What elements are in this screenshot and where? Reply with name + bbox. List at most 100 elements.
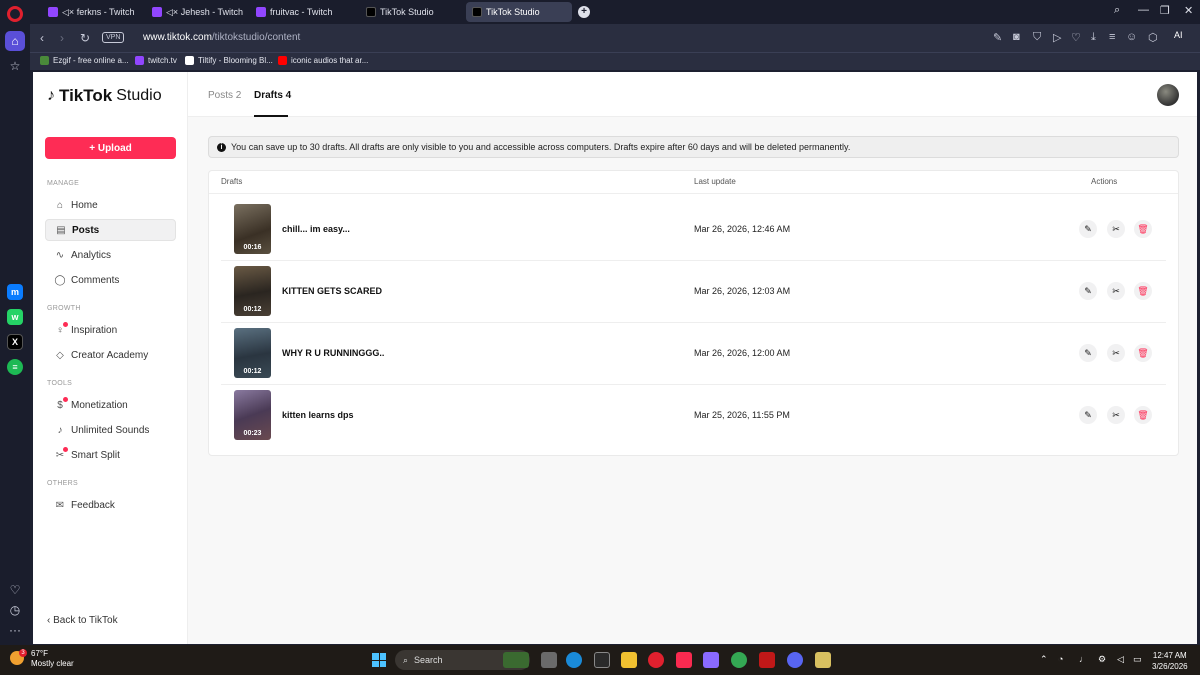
draft-title[interactable]: chill... im easy... xyxy=(282,224,350,234)
nav-feedback[interactable]: ✉ Feedback xyxy=(45,494,176,516)
settings-icon[interactable]: ⚙ xyxy=(1098,654,1106,665)
edit-button[interactable]: ✎ xyxy=(1079,220,1097,238)
mute-icon[interactable]: ◁× xyxy=(62,7,77,18)
edit-button[interactable]: ✎ xyxy=(1079,406,1097,424)
star-icon[interactable]: ☆ xyxy=(5,56,25,76)
whatsapp-icon[interactable]: w xyxy=(7,309,23,325)
browser-tab[interactable]: ◁× ferkns - Twitch xyxy=(42,2,142,22)
table-row[interactable]: 00:16 chill... im easy... Mar 26, 2026, … xyxy=(221,199,1166,261)
draft-thumbnail[interactable]: 00:23 xyxy=(234,390,271,440)
forward-icon[interactable]: › xyxy=(60,31,64,45)
spotify-icon[interactable]: ≡ xyxy=(7,359,23,375)
reload-icon[interactable]: ↻ xyxy=(80,31,90,45)
nav-monetization[interactable]: $ Monetization xyxy=(45,394,176,416)
minimize-icon[interactable]: — xyxy=(1138,4,1149,16)
stocks-app-icon[interactable] xyxy=(815,652,831,668)
back-icon[interactable]: ‹ xyxy=(40,31,44,45)
draft-title[interactable]: WHY R U RUNNINGGG.. xyxy=(282,348,384,358)
messenger-icon[interactable]: m xyxy=(7,284,23,300)
apple-music-icon[interactable] xyxy=(676,652,692,668)
bookmark[interactable]: Tiltify - Blooming Bl... xyxy=(185,56,273,65)
split-button[interactable]: ✂ xyxy=(1107,406,1125,424)
tiktok-studio-logo[interactable]: ♪ TikTok Studio xyxy=(47,86,162,106)
opera-logo-icon[interactable] xyxy=(7,6,23,22)
close-icon[interactable]: ✕ xyxy=(1184,4,1193,17)
nav-inspiration[interactable]: ♀ Inspiration xyxy=(45,319,176,341)
table-row[interactable]: 00:12 WHY R U RUNNINGGG.. Mar 26, 2026, … xyxy=(221,323,1166,385)
play-icon[interactable]: ▷ xyxy=(1053,31,1061,44)
store-icon[interactable] xyxy=(594,652,610,668)
draft-title[interactable]: KITTEN GETS SCARED xyxy=(282,286,382,296)
home-icon[interactable]: ⌂ xyxy=(5,31,25,51)
system-clock[interactable]: 12:47 AM 3/26/2026 xyxy=(1152,650,1188,672)
opera-icon[interactable] xyxy=(648,652,664,668)
weather-widget[interactable]: 3 67°F Mostly clear xyxy=(10,649,74,669)
search-tabs-icon[interactable]: ⌕ xyxy=(1114,4,1120,17)
split-button[interactable]: ✂ xyxy=(1107,344,1125,362)
browser-tab-active[interactable]: TikTok Studio xyxy=(466,2,572,22)
nav-unlimited-sounds[interactable]: ♪ Unlimited Sounds xyxy=(45,419,176,441)
microphone-icon[interactable]: ♩ xyxy=(1079,654,1088,664)
draft-title[interactable]: kitten learns dps xyxy=(282,410,354,420)
camera-icon[interactable]: ◙ xyxy=(1013,31,1020,43)
nav-creator-academy[interactable]: ◇ Creator Academy xyxy=(45,344,176,366)
edge-icon[interactable] xyxy=(566,652,582,668)
browser-tab[interactable]: fruitvac - Twitch xyxy=(250,2,355,22)
delete-button[interactable]: 🗑 xyxy=(1134,344,1152,362)
delete-button[interactable]: 🗑 xyxy=(1134,282,1152,300)
nav-posts[interactable]: ▤ Posts xyxy=(45,219,176,241)
draft-thumbnail[interactable]: 00:12 xyxy=(234,328,271,378)
browser-tab[interactable]: ◁× Jehesh - Twitch xyxy=(146,2,246,22)
network-icon[interactable]: ◔ xyxy=(1058,654,1063,664)
split-button[interactable]: ✂ xyxy=(1107,282,1125,300)
edit-icon[interactable]: ✎ xyxy=(993,31,1002,44)
nav-home[interactable]: ⌂ Home xyxy=(45,194,176,216)
discord-icon[interactable] xyxy=(787,652,803,668)
edit-button[interactable]: ✎ xyxy=(1079,282,1097,300)
table-row[interactable]: 00:12 KITTEN GETS SCARED Mar 26, 2026, 1… xyxy=(221,261,1166,323)
upload-button[interactable]: + Upload xyxy=(45,137,176,159)
file-explorer-icon[interactable] xyxy=(621,652,637,668)
nav-smart-split[interactable]: ✂ Smart Split xyxy=(45,444,176,466)
mute-icon[interactable]: ◁× xyxy=(166,7,181,18)
vpn-badge[interactable]: VPN xyxy=(102,32,125,43)
edit-button[interactable]: ✎ xyxy=(1079,344,1097,362)
battery-icon[interactable]: ▭ xyxy=(1133,654,1142,665)
draft-thumbnail[interactable]: 00:12 xyxy=(234,266,271,316)
tab-drafts[interactable]: Drafts 4 xyxy=(254,90,291,101)
bookmark[interactable]: iconic audios that ar... xyxy=(278,56,368,65)
more-icon[interactable]: ··· xyxy=(5,620,25,640)
media-app-icon[interactable] xyxy=(759,652,775,668)
shield-icon[interactable]: ⛉ xyxy=(1033,31,1041,44)
bookmark[interactable]: twitch.tv xyxy=(135,56,177,65)
delete-button[interactable]: 🗑 xyxy=(1134,220,1152,238)
browser-tab[interactable]: TikTok Studio xyxy=(360,2,460,22)
task-view-icon[interactable] xyxy=(541,652,557,668)
nav-comments[interactable]: ◯ Comments xyxy=(45,269,176,291)
copilot-icon[interactable] xyxy=(703,652,719,668)
avatar[interactable] xyxy=(1157,84,1179,106)
chevron-up-icon[interactable]: ⌃ xyxy=(1040,654,1048,665)
back-to-tiktok-link[interactable]: ‹ Back to TikTok xyxy=(47,615,118,626)
restore-icon[interactable]: ❐ xyxy=(1160,4,1170,17)
url-field[interactable]: www.tiktok.com/tiktokstudio/content xyxy=(143,32,300,43)
new-tab-button[interactable]: + xyxy=(578,6,590,18)
speaker-icon[interactable]: ◁ xyxy=(1117,654,1124,665)
table-row[interactable]: 00:23 kitten learns dps Mar 25, 2026, 11… xyxy=(221,385,1166,447)
history-icon[interactable]: ◷ xyxy=(5,600,25,620)
x-icon[interactable]: X xyxy=(7,334,23,350)
box-icon[interactable]: ⬡ xyxy=(1148,31,1158,44)
tab-posts[interactable]: Posts 2 xyxy=(208,90,241,101)
profile-icon[interactable]: ☺ xyxy=(1126,31,1137,43)
bookmark[interactable]: Ezgif - free online a... xyxy=(40,56,129,65)
ai-button[interactable]: AI xyxy=(1174,30,1183,40)
windows-start-icon[interactable] xyxy=(372,653,386,667)
menu-icon[interactable]: ≡ xyxy=(1109,31,1115,43)
draft-thumbnail[interactable]: 00:16 xyxy=(234,204,271,254)
nav-analytics[interactable]: ∿ Analytics xyxy=(45,244,176,266)
heart-icon[interactable]: ♡ xyxy=(1071,31,1081,44)
heart-icon[interactable]: ♡ xyxy=(5,580,25,600)
chrome-icon[interactable] xyxy=(731,652,747,668)
split-button[interactable]: ✂ xyxy=(1107,220,1125,238)
download-icon[interactable]: ⤓ xyxy=(1091,31,1096,44)
